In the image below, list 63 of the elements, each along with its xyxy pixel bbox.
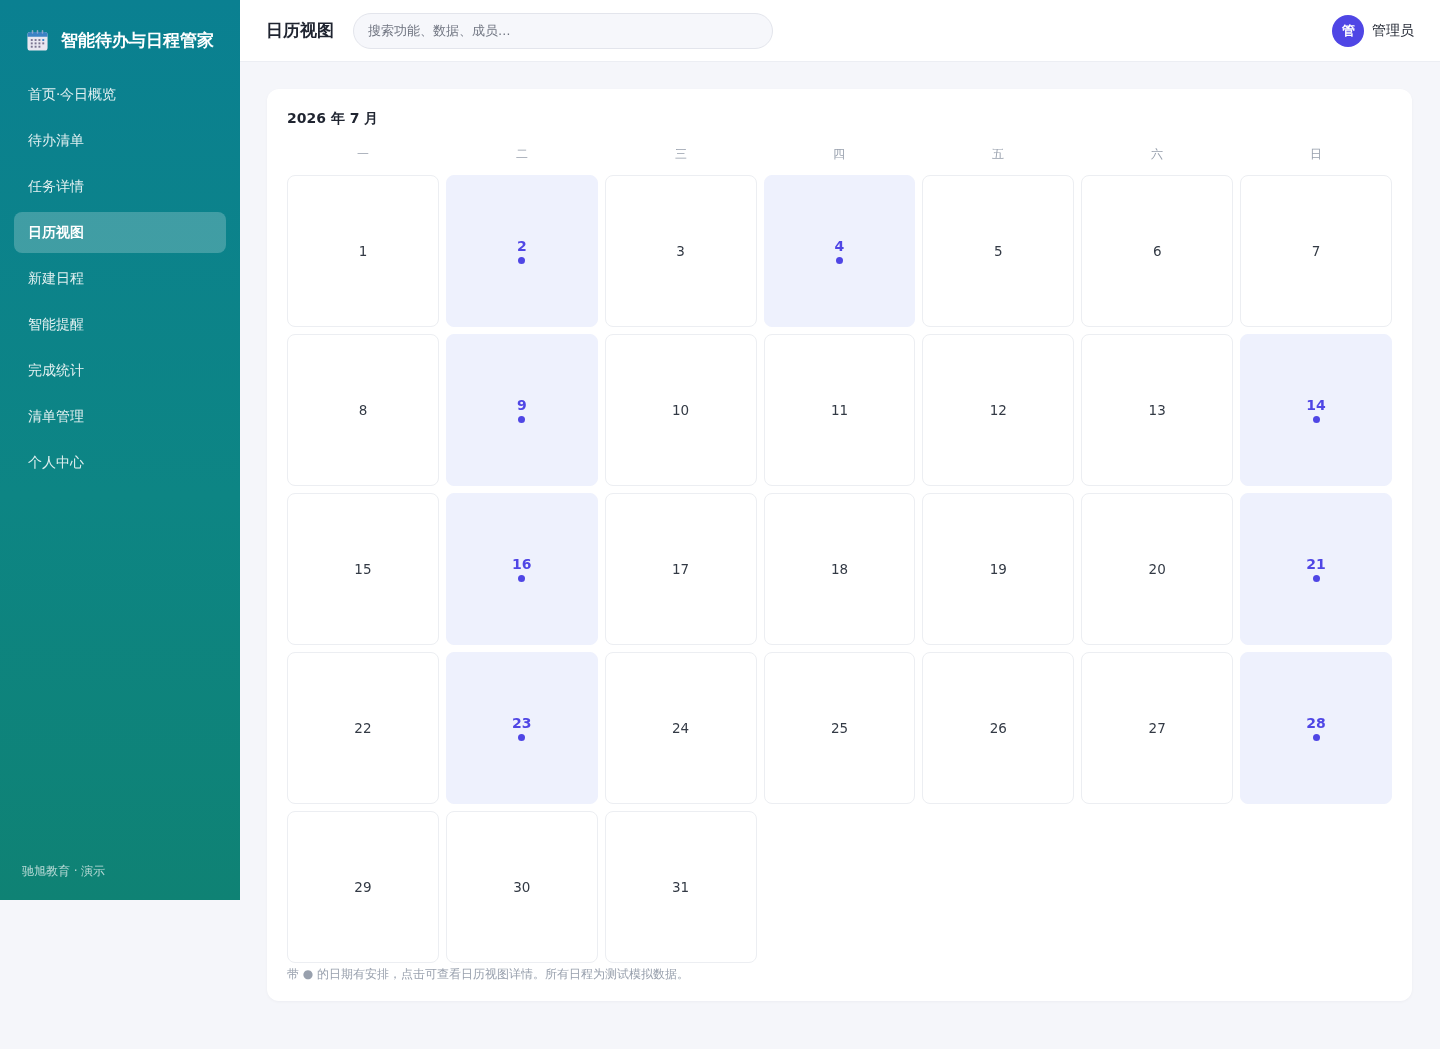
calendar-day[interactable]: 4 (763, 175, 916, 327)
nav-item[interactable]: 待办清单 (14, 120, 226, 161)
calendar-day[interactable]: 11 (763, 334, 916, 486)
weekday-label: 五 (992, 146, 1005, 162)
calendar-day[interactable]: 19 (922, 493, 1075, 645)
page-title: 日历视图 (266, 19, 334, 42)
event-dot-icon (1312, 575, 1320, 582)
event-dot-icon (1312, 416, 1320, 423)
calendar-day[interactable]: 30 (445, 811, 598, 963)
weekday-label: 三 (674, 146, 687, 162)
calendar-day[interactable]: 12 (922, 334, 1075, 486)
event-dot-icon (518, 416, 526, 423)
calendar-day[interactable]: 3 (604, 175, 757, 327)
calendar-day[interactable]: 22 (287, 652, 439, 804)
calendar-day[interactable]: 16 (445, 493, 598, 645)
nav-item[interactable]: 个人中心 (14, 442, 226, 483)
calendar-day[interactable]: 1 (287, 175, 439, 327)
calendar-day[interactable]: 13 (1081, 334, 1234, 486)
calendar-day[interactable]: 17 (604, 493, 757, 645)
calendar-day[interactable]: 2 (445, 175, 598, 327)
sidebar-footer: 驰旭教育 · 演示 (14, 863, 106, 880)
calendar-day[interactable]: 28 (1240, 652, 1392, 804)
calendar-day[interactable]: 15 (287, 493, 439, 645)
calendar-icon (26, 28, 49, 52)
calendar-note: 带 ● 的日期有安排，点击可查看日历视图详情。所有日程为测试模拟数据。 (287, 966, 690, 982)
month-title: 2026 年 7 月 (287, 109, 379, 128)
nav-item[interactable]: 任务详情 (14, 166, 226, 207)
calendar-day[interactable]: 14 (1240, 334, 1392, 486)
event-dot-icon (518, 575, 526, 582)
event-dot-icon (518, 257, 526, 264)
search-field[interactable]: 搜索功能、数据、成员… (353, 12, 773, 49)
calendar-day[interactable]: 25 (763, 652, 916, 804)
app-title: 智能待办与日程管家 (61, 28, 214, 52)
calendar-day[interactable]: 24 (604, 652, 757, 804)
nav-item[interactable]: 清单管理 (14, 396, 226, 437)
weekday-label: 二 (515, 146, 528, 162)
nav-item[interactable]: 智能提醒 (14, 304, 226, 345)
weekday-label: 日 (1310, 146, 1323, 162)
calendar-day[interactable]: 29 (287, 811, 439, 963)
calendar-day[interactable]: 10 (604, 334, 757, 486)
calendar-day[interactable]: 20 (1081, 493, 1234, 645)
calendar-day[interactable]: 6 (1081, 175, 1234, 327)
calendar-day[interactable]: 23 (445, 652, 598, 804)
nav-item[interactable]: 首页·今日概览 (14, 74, 226, 115)
calendar-day[interactable]: 8 (287, 334, 439, 486)
calendar-day[interactable]: 7 (1240, 175, 1392, 327)
weekday-label: 六 (1151, 146, 1164, 162)
weekday-label: 四 (833, 146, 846, 162)
user-avatar[interactable]: 管 (1332, 14, 1364, 47)
event-dot-icon (1312, 734, 1320, 741)
nav-item[interactable]: 新建日程 (14, 258, 226, 299)
weekday-label: 一 (356, 146, 369, 162)
event-dot-icon (836, 257, 843, 264)
calendar-day[interactable]: 21 (1240, 493, 1392, 645)
event-dot-icon (518, 734, 526, 741)
nav-item[interactable]: 完成统计 (14, 350, 226, 391)
calendar-day[interactable]: 26 (922, 652, 1075, 804)
calendar-day[interactable]: 31 (604, 811, 757, 963)
calendar-day[interactable]: 27 (1081, 652, 1234, 804)
calendar-day[interactable]: 9 (445, 334, 598, 486)
calendar-day[interactable]: 18 (763, 493, 916, 645)
calendar-day[interactable]: 5 (922, 175, 1075, 327)
user-name[interactable]: 管理员 (1372, 21, 1414, 40)
